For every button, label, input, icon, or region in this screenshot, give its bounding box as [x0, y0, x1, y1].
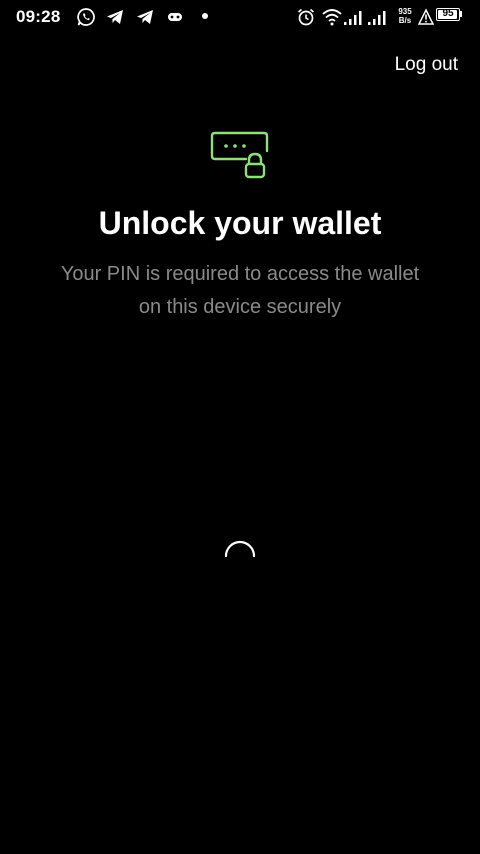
game-controller-icon [165, 7, 185, 27]
telegram-icon [135, 7, 155, 27]
logout-button[interactable]: Log out [395, 54, 458, 76]
wifi-icon [321, 7, 342, 27]
battery-level: 95 [442, 8, 454, 19]
pin-lock-icon [210, 131, 270, 181]
battery-indicator: 95 [436, 8, 460, 21]
network-speed-value: 935 [398, 7, 412, 16]
telegram-icon [105, 7, 125, 27]
page-subtitle: Your PIN is required to access the walle… [60, 263, 420, 318]
network-speed: 935 B/s [396, 7, 414, 25]
status-time: 09:28 [16, 7, 61, 26]
loading-spinner-icon [222, 538, 258, 574]
cell-signal-icon [343, 7, 363, 27]
more-notifications-dot-icon [195, 7, 215, 27]
status-bar: 09:28 935 B/s 95 [0, 0, 480, 34]
whatsapp-icon [76, 7, 96, 27]
cell-signal-icon [367, 7, 387, 27]
page-title: Unlock your wallet [98, 205, 382, 241]
battery-tip [460, 11, 462, 17]
warning-icon [418, 7, 434, 27]
alarm-icon [296, 7, 316, 27]
network-speed-unit: B/s [398, 16, 412, 25]
